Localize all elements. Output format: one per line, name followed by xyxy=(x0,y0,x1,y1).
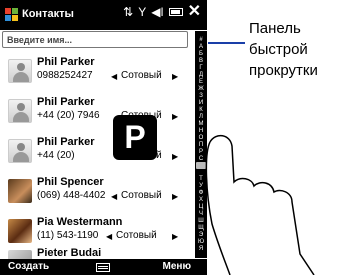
contact-phone: (11) 543-1190 xyxy=(37,230,99,241)
avatar xyxy=(8,59,32,83)
keyboard-icon[interactable] xyxy=(96,263,110,272)
avatar xyxy=(8,99,32,123)
list-item[interactable]: Phil Parker +44 (20) 7946 Сотовый ▶ xyxy=(0,92,193,132)
scroll-letter[interactable]: # xyxy=(195,37,207,44)
callout-line-3: прокрутки xyxy=(249,62,318,79)
scroll-letter[interactable]: Е xyxy=(195,79,207,86)
phone-screen: Контакты ⇅ Y ◀ǀ ✕ Введите имя... Phil Pa… xyxy=(0,0,207,275)
letter-overlay: P xyxy=(113,115,157,160)
avatar xyxy=(8,179,32,203)
phone-type: Сотовый xyxy=(121,190,162,201)
battery-icon[interactable] xyxy=(168,8,183,16)
status-icons: ⇅ Y ◀ǀ ✕ xyxy=(123,4,201,20)
list-item[interactable]: Phil Parker 0988252427 ◀ Сотовый ▶ xyxy=(0,52,193,92)
list-item[interactable]: Phil Parker +44 (20) Сотовый ▶ xyxy=(0,132,193,172)
avatar xyxy=(8,250,32,259)
contact-name: Phil Parker xyxy=(37,56,95,68)
avatar xyxy=(8,219,32,243)
contact-name: Pieter Budai xyxy=(37,247,102,259)
scroll-letter[interactable]: Г xyxy=(195,65,207,72)
scroll-letter[interactable]: К xyxy=(195,107,207,114)
contact-list: Phil Parker 0988252427 ◀ Сотовый ▶ Phil … xyxy=(0,52,193,259)
list-item[interactable]: Phil Spencer (069) 448-4402 ◀ Сотовый ▶ xyxy=(0,172,193,212)
chevron-right-icon[interactable]: ▶ xyxy=(172,110,178,124)
search-input[interactable]: Введите имя... xyxy=(2,31,188,48)
connectivity-icon[interactable]: ⇅ xyxy=(123,5,133,19)
scroll-letter[interactable]: Д xyxy=(195,72,207,79)
scroll-letter[interactable]: В xyxy=(195,58,207,65)
scroll-letter[interactable]: А xyxy=(195,44,207,51)
chevron-right-icon[interactable]: ▶ xyxy=(172,190,178,204)
chevron-left-icon[interactable]: ◀ xyxy=(111,70,117,84)
contact-name: Phil Parker xyxy=(37,96,95,108)
scroll-letter[interactable]: Б xyxy=(195,51,207,58)
contact-name: Phil Spencer xyxy=(37,176,104,188)
close-icon[interactable]: ✕ xyxy=(188,4,201,20)
contact-name: Pia Westermann xyxy=(37,216,123,228)
new-button[interactable]: Создать xyxy=(8,261,49,272)
scroll-letter[interactable]: И xyxy=(195,100,207,107)
softkey-bar: Создать Меню xyxy=(0,259,207,275)
title-bar: Контакты ⇅ Y ◀ǀ ✕ xyxy=(0,0,207,30)
chevron-right-icon[interactable]: ▶ xyxy=(172,70,178,84)
scroll-letter[interactable]: Л xyxy=(195,114,207,121)
app-title: Контакты xyxy=(22,8,74,20)
phone-type: Сотовый xyxy=(116,230,157,241)
callout-line xyxy=(208,42,245,44)
scroll-letter[interactable]: Ж xyxy=(195,86,207,93)
contact-name: Phil Parker xyxy=(37,136,95,148)
chevron-left-icon[interactable]: ◀ xyxy=(106,230,112,244)
callout-line-1: Панель xyxy=(249,20,301,37)
signal-icon[interactable]: Y xyxy=(138,5,146,19)
phone-type: Сотовый xyxy=(121,70,162,81)
hand-pointer-illustration xyxy=(205,134,315,275)
callout-line-2: быстрой xyxy=(249,41,308,58)
chevron-right-icon[interactable]: ▶ xyxy=(172,230,178,244)
windows-logo-icon[interactable] xyxy=(5,8,18,21)
contact-phone: +44 (20) 7946 xyxy=(37,110,100,121)
contact-phone: +44 (20) xyxy=(37,150,75,161)
contact-phone: 0988252427 xyxy=(37,70,93,81)
avatar xyxy=(8,139,32,163)
volume-icon[interactable]: ◀ǀ xyxy=(151,5,163,19)
contact-phone: (069) 448-4402 xyxy=(37,190,106,201)
scroll-letter[interactable]: З xyxy=(195,93,207,100)
chevron-left-icon[interactable]: ◀ xyxy=(111,190,117,204)
chevron-right-icon[interactable]: ▶ xyxy=(172,150,178,164)
scroll-letter[interactable]: М xyxy=(195,121,207,128)
menu-button[interactable]: Меню xyxy=(163,261,191,272)
callout-label: Панель быстрой прокрутки xyxy=(249,18,339,81)
list-item[interactable]: Pieter Budai xyxy=(0,243,193,259)
